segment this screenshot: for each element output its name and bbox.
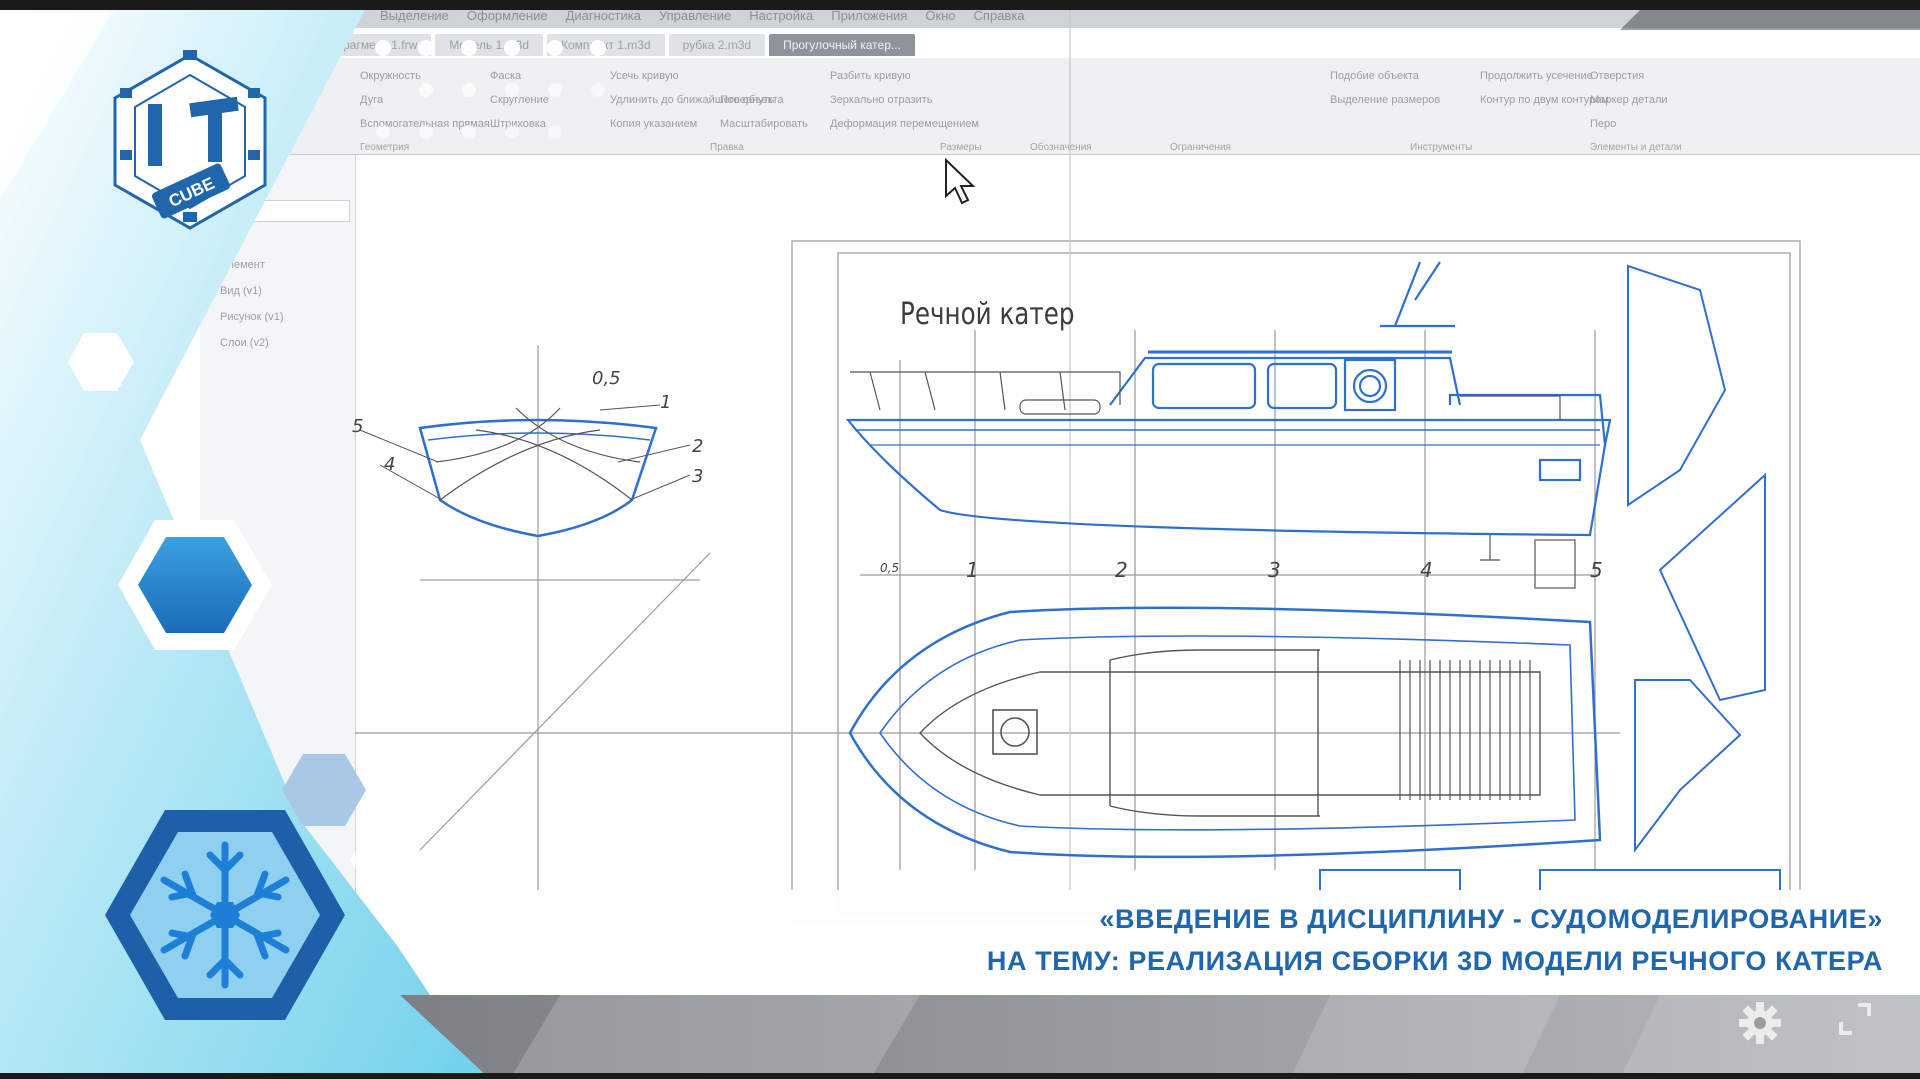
settings-gear-icon[interactable] (1737, 1000, 1783, 1046)
caption-line-2: НА ТЕМУ: РЕАЛИЗАЦИЯ СБОРКИ 3D МОДЕЛИ РЕЧ… (986, 946, 1883, 976)
caption-line-1: «ВВЕДЕНИЕ В ДИСЦИПЛИНУ - СУДОМОДЕЛИРОВАН… (1099, 904, 1883, 934)
fullscreen-icon[interactable] (1838, 1002, 1872, 1036)
